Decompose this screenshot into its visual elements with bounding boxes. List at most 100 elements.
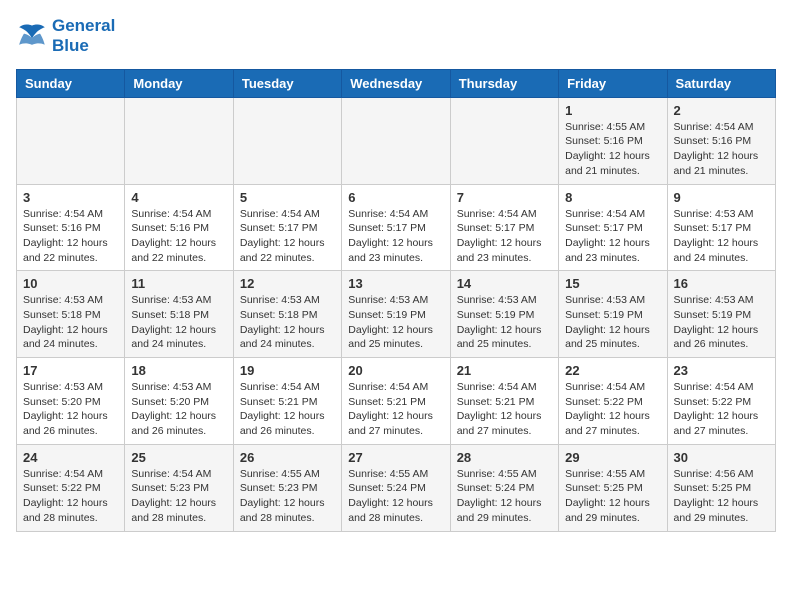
calendar-week-row: 10 Sunrise: 4:53 AMSunset: 5:18 PMDayligh… <box>17 271 776 358</box>
calendar-cell: 13 Sunrise: 4:53 AMSunset: 5:19 PMDayligh… <box>342 271 450 358</box>
day-number: 8 <box>565 190 660 205</box>
day-number: 30 <box>674 450 769 465</box>
day-number: 7 <box>457 190 552 205</box>
calendar-cell: 29 Sunrise: 4:55 AMSunset: 5:25 PMDayligh… <box>559 444 667 531</box>
calendar-week-row: 17Sunrise: 4:53 AMSunset: 5:20 PMDayligh… <box>17 358 776 445</box>
calendar-cell: 27 Sunrise: 4:55 AMSunset: 5:24 PMDayligh… <box>342 444 450 531</box>
calendar-cell <box>342 97 450 184</box>
day-info: Sunrise: 4:54 AMSunset: 5:22 PMDaylight:… <box>23 467 118 526</box>
day-info: Sunrise: 4:55 AMSunset: 5:25 PMDaylight:… <box>565 467 660 526</box>
day-number: 1 <box>565 103 660 118</box>
weekday-header-sunday: Sunday <box>17 69 125 97</box>
weekday-header-saturday: Saturday <box>667 69 775 97</box>
calendar-cell: 4 Sunrise: 4:54 AMSunset: 5:16 PMDaylight… <box>125 184 233 271</box>
day-info: Sunrise: 4:53 AMSunset: 5:19 PMDaylight:… <box>348 293 443 352</box>
weekday-header-tuesday: Tuesday <box>233 69 341 97</box>
day-info: Sunrise: 4:53 AMSunset: 5:19 PMDaylight:… <box>674 293 769 352</box>
logo-bird-icon <box>16 22 48 50</box>
day-number: 10 <box>23 276 118 291</box>
calendar-cell <box>17 97 125 184</box>
calendar-cell: 1 Sunrise: 4:55 AMSunset: 5:16 PMDaylight… <box>559 97 667 184</box>
calendar-cell: 18 Sunrise: 4:53 AMSunset: 5:20 PMDayligh… <box>125 358 233 445</box>
calendar-cell: 14Sunrise: 4:53 AMSunset: 5:19 PMDayligh… <box>450 271 558 358</box>
calendar-cell: 9 Sunrise: 4:53 AMSunset: 5:17 PMDaylight… <box>667 184 775 271</box>
weekday-header-wednesday: Wednesday <box>342 69 450 97</box>
day-number: 16 <box>674 276 769 291</box>
day-number: 21 <box>457 363 552 378</box>
day-info: Sunrise: 4:54 AMSunset: 5:22 PMDaylight:… <box>565 380 660 439</box>
calendar-cell: 19 Sunrise: 4:54 AMSunset: 5:21 PMDayligh… <box>233 358 341 445</box>
calendar-cell: 7 Sunrise: 4:54 AMSunset: 5:17 PMDaylight… <box>450 184 558 271</box>
day-number: 19 <box>240 363 335 378</box>
day-number: 29 <box>565 450 660 465</box>
calendar-cell: 2 Sunrise: 4:54 AMSunset: 5:16 PMDaylight… <box>667 97 775 184</box>
day-number: 4 <box>131 190 226 205</box>
day-info: Sunrise: 4:53 AMSunset: 5:20 PMDaylight:… <box>131 380 226 439</box>
calendar-week-row: 3 Sunrise: 4:54 AMSunset: 5:16 PMDaylight… <box>17 184 776 271</box>
calendar-cell: 17Sunrise: 4:53 AMSunset: 5:20 PMDayligh… <box>17 358 125 445</box>
day-number: 23 <box>674 363 769 378</box>
calendar-cell: 16 Sunrise: 4:53 AMSunset: 5:19 PMDayligh… <box>667 271 775 358</box>
weekday-header-monday: Monday <box>125 69 233 97</box>
calendar-cell: 6 Sunrise: 4:54 AMSunset: 5:17 PMDaylight… <box>342 184 450 271</box>
calendar-cell <box>233 97 341 184</box>
day-info: Sunrise: 4:53 AMSunset: 5:18 PMDaylight:… <box>131 293 226 352</box>
day-number: 28 <box>457 450 552 465</box>
day-info: Sunrise: 4:54 AMSunset: 5:16 PMDaylight:… <box>131 207 226 266</box>
day-info: Sunrise: 4:54 AMSunset: 5:21 PMDaylight:… <box>240 380 335 439</box>
day-info: Sunrise: 4:55 AMSunset: 5:24 PMDaylight:… <box>457 467 552 526</box>
day-info: Sunrise: 4:53 AMSunset: 5:19 PMDaylight:… <box>565 293 660 352</box>
calendar-cell <box>125 97 233 184</box>
day-info: Sunrise: 4:54 AMSunset: 5:21 PMDaylight:… <box>348 380 443 439</box>
day-info: Sunrise: 4:54 AMSunset: 5:21 PMDaylight:… <box>457 380 552 439</box>
day-info: Sunrise: 4:55 AMSunset: 5:24 PMDaylight:… <box>348 467 443 526</box>
day-number: 15 <box>565 276 660 291</box>
day-number: 9 <box>674 190 769 205</box>
calendar-cell: 25Sunrise: 4:54 AMSunset: 5:23 PMDayligh… <box>125 444 233 531</box>
day-number: 18 <box>131 363 226 378</box>
calendar-cell: 11 Sunrise: 4:53 AMSunset: 5:18 PMDayligh… <box>125 271 233 358</box>
calendar-header-row: SundayMondayTuesdayWednesdayThursdayFrid… <box>17 69 776 97</box>
day-info: Sunrise: 4:55 AMSunset: 5:23 PMDaylight:… <box>240 467 335 526</box>
day-number: 25 <box>131 450 226 465</box>
day-info: Sunrise: 4:53 AMSunset: 5:18 PMDaylight:… <box>23 293 118 352</box>
calendar-cell: 28 Sunrise: 4:55 AMSunset: 5:24 PMDayligh… <box>450 444 558 531</box>
logo: General Blue <box>16 16 115 57</box>
calendar-cell: 20 Sunrise: 4:54 AMSunset: 5:21 PMDayligh… <box>342 358 450 445</box>
day-info: Sunrise: 4:53 AMSunset: 5:20 PMDaylight:… <box>23 380 118 439</box>
day-number: 20 <box>348 363 443 378</box>
day-number: 24 <box>23 450 118 465</box>
day-info: Sunrise: 4:54 AMSunset: 5:16 PMDaylight:… <box>674 120 769 179</box>
day-info: Sunrise: 4:54 AMSunset: 5:17 PMDaylight:… <box>348 207 443 266</box>
day-number: 27 <box>348 450 443 465</box>
day-number: 26 <box>240 450 335 465</box>
day-number: 3 <box>23 190 118 205</box>
day-number: 22 <box>565 363 660 378</box>
calendar-cell <box>450 97 558 184</box>
day-number: 5 <box>240 190 335 205</box>
day-info: Sunrise: 4:54 AMSunset: 5:17 PMDaylight:… <box>457 207 552 266</box>
weekday-header-friday: Friday <box>559 69 667 97</box>
day-number: 11 <box>131 276 226 291</box>
day-info: Sunrise: 4:53 AMSunset: 5:18 PMDaylight:… <box>240 293 335 352</box>
page-header: General Blue <box>16 16 776 57</box>
calendar-cell: 21 Sunrise: 4:54 AMSunset: 5:21 PMDayligh… <box>450 358 558 445</box>
calendar-cell: 24 Sunrise: 4:54 AMSunset: 5:22 PMDayligh… <box>17 444 125 531</box>
day-info: Sunrise: 4:54 AMSunset: 5:17 PMDaylight:… <box>240 207 335 266</box>
day-number: 13 <box>348 276 443 291</box>
day-info: Sunrise: 4:54 AMSunset: 5:16 PMDaylight:… <box>23 207 118 266</box>
calendar-cell: 26 Sunrise: 4:55 AMSunset: 5:23 PMDayligh… <box>233 444 341 531</box>
calendar-cell: 23 Sunrise: 4:54 AMSunset: 5:22 PMDayligh… <box>667 358 775 445</box>
calendar-cell: 5 Sunrise: 4:54 AMSunset: 5:17 PMDaylight… <box>233 184 341 271</box>
calendar-cell: 30Sunrise: 4:56 AMSunset: 5:25 PMDayligh… <box>667 444 775 531</box>
calendar-cell: 8Sunrise: 4:54 AMSunset: 5:17 PMDaylight… <box>559 184 667 271</box>
day-info: Sunrise: 4:54 AMSunset: 5:22 PMDaylight:… <box>674 380 769 439</box>
day-info: Sunrise: 4:55 AMSunset: 5:16 PMDaylight:… <box>565 120 660 179</box>
day-number: 6 <box>348 190 443 205</box>
day-number: 2 <box>674 103 769 118</box>
calendar-cell: 3 Sunrise: 4:54 AMSunset: 5:16 PMDaylight… <box>17 184 125 271</box>
calendar-week-row: 1 Sunrise: 4:55 AMSunset: 5:16 PMDaylight… <box>17 97 776 184</box>
day-info: Sunrise: 4:53 AMSunset: 5:17 PMDaylight:… <box>674 207 769 266</box>
calendar-cell: 22 Sunrise: 4:54 AMSunset: 5:22 PMDayligh… <box>559 358 667 445</box>
weekday-header-thursday: Thursday <box>450 69 558 97</box>
